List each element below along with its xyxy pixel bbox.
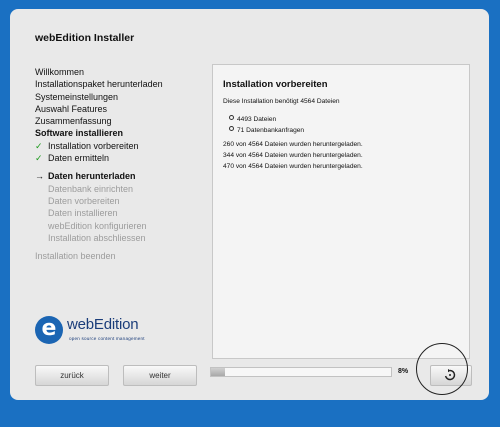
installer-window: webEdition Installer Willkommen Installa… [10,9,489,400]
step-auswahl-features: Auswahl Features [35,103,108,114]
back-button[interactable]: zurück [35,365,109,386]
bullet-icon [229,126,234,131]
bullet-label: 71 Datenbankanfragen [237,127,305,134]
bullet-item: 4493 Dateien [229,115,276,123]
step-label: Daten ermitteln [48,153,110,164]
check-icon: ✓ [35,140,43,151]
panel-intro: Diese Installation benötigt 4564 Dateien [223,98,340,105]
webedition-logo: e webEdition open source content managem… [35,312,175,352]
log-line: 260 von 4564 Dateien wurden heruntergela… [223,141,363,148]
logo-name: webEdition [67,316,139,333]
bullet-item: 71 Datenbankanfragen [229,126,304,134]
content-panel: Installation vorbereiten Diese Installat… [212,64,470,359]
step-label: Daten herunterladen [48,171,136,182]
step-daten-installieren: Daten installieren [48,208,118,219]
check-icon: ✓ [35,153,43,164]
step-datenbank-einrichten: Datenbank einrichten [48,183,134,194]
step-daten-vorbereiten: Daten vorbereiten [48,195,120,206]
arrow-right-icon: → [35,171,44,182]
app-title: webEdition Installer [35,32,135,44]
steps-list: Willkommen Installationspaket herunterla… [35,66,215,262]
highlight-circle [416,343,468,395]
log-line: 470 von 4564 Dateien wurden heruntergela… [223,163,363,170]
step-webedition-konfigurieren: webEdition konfigurieren [48,220,147,231]
step-installation-abschliessen: Installation abschliessen [48,232,146,243]
step-daten-ermitteln: ✓ Daten ermitteln [35,152,215,164]
progress-bar [210,367,392,377]
bullet-icon [229,115,234,120]
progress-fill [211,368,226,376]
step-zusammenfassung: Zusammenfassung [35,116,112,127]
panel-title: Installation vorbereiten [223,79,328,90]
progress-percent: 8% [398,368,409,375]
step-software-installieren: Software installieren [35,128,124,139]
log-line: 344 von 4564 Dateien wurden heruntergela… [223,152,363,159]
step-installation-vorbereiten: ✓ Installation vorbereiten [35,140,215,152]
step-installationspaket: Installationspaket herunterladen [35,79,163,90]
bullet-label: 4493 Dateien [237,116,277,123]
logo-mark: e [35,316,63,344]
step-systemeinstellungen: Systemeinstellungen [35,91,119,102]
step-daten-herunterladen: → Daten herunterladen [35,170,215,182]
step-installation-beenden: Installation beenden [35,251,116,262]
next-button[interactable]: weiter [123,365,197,386]
step-willkommen: Willkommen [35,67,85,77]
logo-tagline: open source content management [69,336,145,341]
step-label: Installation vorbereiten [48,140,139,151]
